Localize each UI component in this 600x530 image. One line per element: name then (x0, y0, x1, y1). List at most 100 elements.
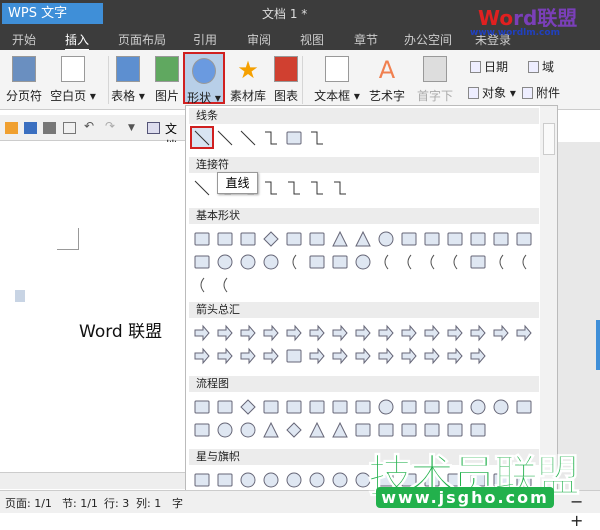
shape-up-down-arrow[interactable] (307, 323, 327, 343)
redo-icon[interactable]: ↷ (105, 119, 118, 133)
shape-folded-corner[interactable] (192, 252, 212, 272)
shape-ellipse[interactable] (376, 229, 396, 249)
shape-star5[interactable] (261, 470, 281, 490)
shape-lightning[interactable] (330, 252, 350, 272)
shape-preparation[interactable] (399, 397, 419, 417)
shape-magnetic-disk[interactable] (422, 420, 442, 440)
shape-sequential-storage[interactable] (399, 420, 419, 440)
shape-curved-down-arrow[interactable] (192, 346, 212, 366)
shape-bent-arrow[interactable] (376, 323, 396, 343)
shape-internal-storage[interactable] (307, 397, 327, 417)
shape-up-arrow[interactable] (238, 323, 258, 343)
panel-scroll-thumb[interactable] (543, 123, 555, 155)
shape-sun[interactable] (353, 252, 373, 272)
shape-right-arrow[interactable] (192, 323, 212, 343)
ribbon-table-button[interactable]: 表格 ▾ (110, 56, 146, 104)
shape-curved-right-arrow[interactable] (468, 323, 488, 343)
ribbon-chart-button[interactable]: 图表 (271, 56, 301, 104)
shape-pentagon-arrow[interactable] (261, 346, 281, 366)
shape-brace-pair[interactable] (445, 252, 465, 272)
shape-predefined-process[interactable] (284, 397, 304, 417)
shape-star4[interactable] (238, 470, 258, 490)
shape-right-brace[interactable] (215, 275, 235, 295)
shape-moon[interactable] (376, 252, 396, 272)
document-text[interactable]: Word 联盟 (79, 317, 162, 342)
shape-explosion2[interactable] (215, 470, 235, 490)
tab-1[interactable]: 插入 (65, 31, 90, 51)
shape-hexagon[interactable] (399, 229, 419, 249)
ribbon-blank-page-button[interactable]: 空白页 ▾ (50, 56, 96, 104)
ribbon-picture-button[interactable]: 图片 (152, 56, 182, 104)
tab-5[interactable]: 视图 (300, 31, 324, 48)
shape-parallelogram[interactable] (215, 229, 235, 249)
shape-pentagon[interactable] (445, 229, 465, 249)
shape-diamond[interactable] (261, 229, 281, 249)
shape-circular-arrow[interactable] (468, 346, 488, 366)
shape-curved-up-arrow[interactable] (514, 323, 534, 343)
tab-0[interactable]: 开始 (12, 31, 36, 48)
horizontal-scrollbar[interactable] (0, 472, 186, 489)
shape-data[interactable] (261, 397, 281, 417)
shape-left-arrow-callout[interactable] (330, 346, 350, 366)
shape-line[interactable] (190, 126, 214, 149)
undo-icon[interactable]: ↶ (84, 119, 97, 133)
shape-cube[interactable] (491, 229, 511, 249)
shape-scribble[interactable] (307, 128, 327, 148)
print-icon[interactable] (43, 122, 56, 134)
shape-notched-right-arrow[interactable] (238, 346, 258, 366)
shape-down-arrow-callout[interactable] (376, 346, 396, 366)
shape-document[interactable] (330, 397, 350, 417)
shape-straight-connector[interactable] (192, 178, 212, 198)
shape-curved[interactable] (284, 178, 304, 198)
save-icon[interactable] (24, 122, 37, 134)
shape-down-arrow[interactable] (261, 323, 281, 343)
shape-left-bracket[interactable] (491, 252, 511, 272)
shape-triangle[interactable] (330, 229, 350, 249)
shape-up-arrow-callout[interactable] (353, 346, 373, 366)
shape-direct-access-storage[interactable] (445, 420, 465, 440)
shape-left-right-up-arrow[interactable] (353, 323, 373, 343)
tab-7[interactable]: 办公空间 (404, 31, 452, 48)
shape-rect[interactable] (192, 229, 212, 249)
shape-curved-double[interactable] (330, 178, 350, 198)
shape-up-down-arrow-callout[interactable] (422, 346, 442, 366)
customize-dropdown-icon[interactable]: ▼ (128, 123, 141, 135)
shape-display[interactable] (468, 420, 488, 440)
shape-bevel[interactable] (514, 229, 534, 249)
shape-striped-right-arrow[interactable] (215, 346, 235, 366)
shape-bent-up-arrow[interactable] (445, 323, 465, 343)
shape-double-arrow[interactable] (238, 128, 258, 148)
shape-arrow[interactable] (215, 128, 235, 148)
shape-left-brace[interactable] (192, 275, 212, 295)
shape-donut[interactable] (238, 252, 258, 272)
shape-freeform[interactable] (284, 128, 304, 148)
shape-terminator[interactable] (376, 397, 396, 417)
shape-star24[interactable] (330, 470, 350, 490)
shape-curved-arrow[interactable] (307, 178, 327, 198)
paste-options-icon[interactable] (15, 290, 25, 302)
shape-rounded-rect[interactable] (284, 229, 304, 249)
shape-decision[interactable] (238, 397, 258, 417)
shape-right-triangle[interactable] (353, 229, 373, 249)
shape-left-right-arrow-callout[interactable] (399, 346, 419, 366)
shape-chevron[interactable] (284, 346, 304, 366)
shape-no-symbol[interactable] (261, 252, 281, 272)
shape-delay[interactable] (376, 420, 396, 440)
shape-quad-arrow-callout[interactable] (445, 346, 465, 366)
tab-6[interactable]: 章节 (354, 31, 378, 48)
shape-plaque[interactable] (468, 252, 488, 272)
shape-stored-data[interactable] (353, 420, 373, 440)
shape-trapezoid[interactable] (238, 229, 258, 249)
shape-manual-operation[interactable] (445, 397, 465, 417)
shape-smiley[interactable] (215, 252, 235, 272)
shape-u-turn-arrow[interactable] (399, 323, 419, 343)
shape-right-arrow-callout[interactable] (307, 346, 327, 366)
shape-punched-tape[interactable] (192, 420, 212, 440)
shape-merge[interactable] (330, 420, 350, 440)
shape-curve[interactable] (261, 128, 281, 148)
shape-sort[interactable] (284, 420, 304, 440)
shape-connector[interactable] (468, 397, 488, 417)
ribbon-attachment-button[interactable]: 附件 (522, 84, 560, 101)
shape-quad-arrow[interactable] (330, 323, 350, 343)
shape-curved-left-arrow[interactable] (491, 323, 511, 343)
